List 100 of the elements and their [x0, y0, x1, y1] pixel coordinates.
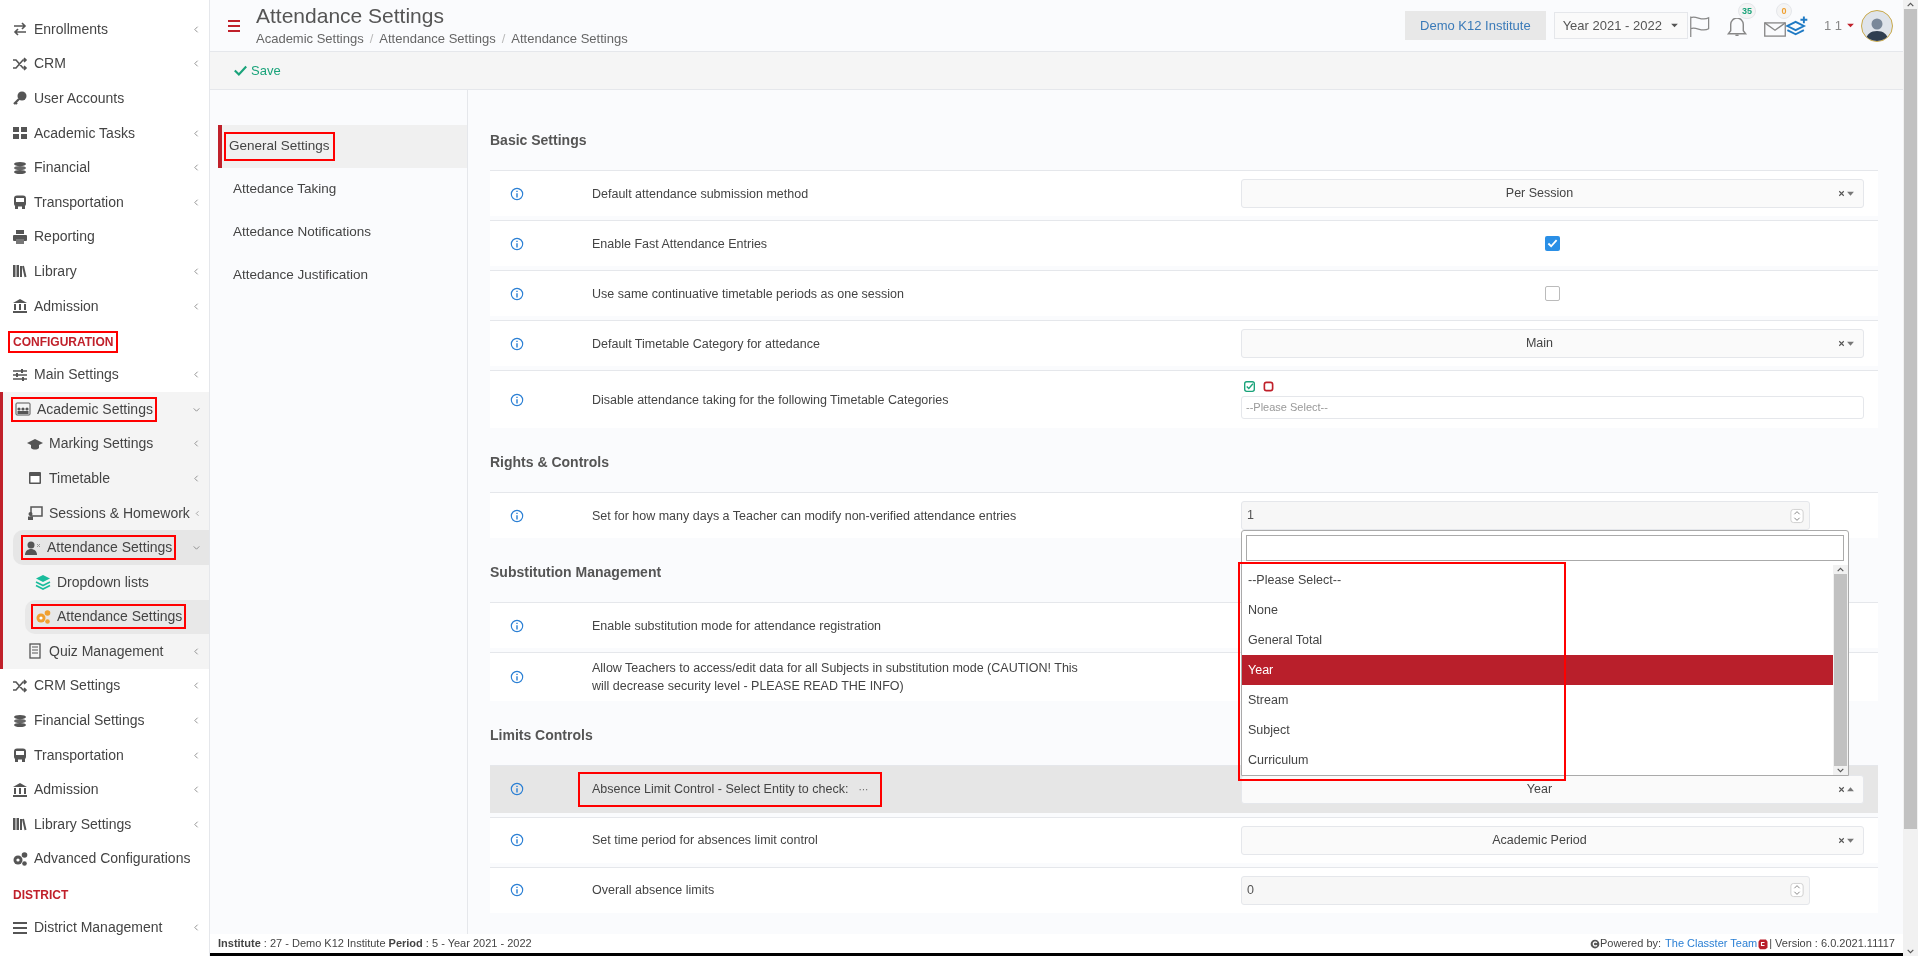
- sidebar-item[interactable]: Quiz Management: [3, 634, 209, 669]
- dropdown-option[interactable]: Curriculum: [1242, 744, 1833, 775]
- year-select[interactable]: Year 2021 - 2022: [1553, 12, 1688, 39]
- info-icon[interactable]: [510, 508, 524, 523]
- sidebar-item[interactable]: Reporting: [0, 219, 209, 255]
- info-icon[interactable]: [510, 670, 524, 684]
- chevron-down-icon: [192, 543, 201, 553]
- sidebar-item[interactable]: Transportation: [0, 737, 209, 773]
- breadcrumb-separator: /: [501, 29, 506, 48]
- info-icon[interactable]: [510, 286, 524, 301]
- tab[interactable]: General Settings: [218, 125, 467, 168]
- row-label: Overall absence limits: [592, 882, 715, 900]
- chevron-left-icon: [192, 439, 201, 449]
- clear-icon: [1837, 784, 1846, 794]
- coins-icon: [12, 159, 28, 176]
- sidebar-item[interactable]: District Management: [0, 910, 209, 945]
- multiselect-field[interactable]: --Please Select--: [1241, 395, 1864, 419]
- menu-icon[interactable]: [226, 17, 242, 34]
- info-icon[interactable]: [510, 186, 524, 201]
- caret-down-icon: [1846, 189, 1855, 198]
- row-label: Set time period for absences limit control: [592, 832, 818, 850]
- breadcrumb-link[interactable]: Attendance Settings: [379, 28, 496, 49]
- section-heading: DISTRICT: [12, 887, 70, 905]
- sidebar-item[interactable]: Dropdown lists: [3, 564, 209, 600]
- count-badge: 35: [1737, 2, 1756, 19]
- bus-icon: [12, 747, 28, 764]
- dropdown-option[interactable]: --Please Select--: [1242, 564, 1833, 595]
- sidebar-item[interactable]: Attendance Settings: [25, 599, 209, 635]
- layers-add-icon[interactable]: [1785, 14, 1808, 37]
- dropdown-option[interactable]: Year: [1242, 654, 1833, 685]
- info-icon[interactable]: [510, 392, 524, 407]
- more-button[interactable]: ···: [858, 781, 869, 797]
- dropdown-option[interactable]: Stream: [1242, 684, 1833, 715]
- checkbox[interactable]: [1545, 236, 1560, 251]
- sidebar-item[interactable]: CRM Settings: [0, 668, 209, 704]
- key-icon: [12, 90, 28, 107]
- number-field[interactable]: 0: [1241, 875, 1810, 905]
- institute-button[interactable]: Demo K12 Institute: [1405, 11, 1546, 40]
- checkbox[interactable]: [1545, 286, 1560, 301]
- sidebar-item[interactable]: Main Settings: [0, 357, 209, 392]
- clear-icon: [1837, 835, 1846, 845]
- chevron-left-icon: [192, 681, 201, 691]
- sidebar-item[interactable]: Sessions & Homework: [3, 495, 209, 531]
- shuffle-icon: [12, 55, 28, 72]
- sidebar-item[interactable]: Admission: [0, 772, 209, 808]
- info-icon[interactable]: [510, 782, 524, 797]
- sidebar-item[interactable]: User Accounts: [0, 81, 209, 116]
- dropdown-option[interactable]: Subject: [1242, 714, 1833, 745]
- sidebar-item[interactable]: Marking Settings: [3, 426, 209, 462]
- sidebar-item[interactable]: Admission: [0, 288, 209, 324]
- tab[interactable]: Attedance Notifications: [218, 211, 467, 254]
- breadcrumb-link[interactable]: Academic Settings: [256, 28, 364, 49]
- flag-icon[interactable]: [1687, 14, 1710, 37]
- sidebar-item[interactable]: Timetable: [3, 461, 209, 496]
- tab[interactable]: Attedance Justification: [218, 254, 467, 297]
- sidebar-item[interactable]: Library: [0, 254, 209, 289]
- mail-icon[interactable]: [1763, 21, 1786, 37]
- info-icon[interactable]: [510, 833, 524, 848]
- sidebar-item[interactable]: Enrollments: [0, 12, 209, 47]
- uncheck-all-icon[interactable]: [1263, 380, 1274, 392]
- dropdown-option[interactable]: General Total: [1242, 624, 1833, 655]
- gears-icon: [35, 608, 51, 625]
- row-label: Enable Fast Attendance Entries: [592, 235, 768, 253]
- sidebar-item[interactable]: Financial Settings: [0, 703, 209, 738]
- info-icon[interactable]: [510, 336, 524, 351]
- scrollbar[interactable]: [1833, 564, 1848, 775]
- sidebar-item[interactable]: Advanced Configurations: [0, 841, 209, 877]
- number-field[interactable]: 1: [1241, 501, 1810, 530]
- chevron-left-icon: [193, 508, 201, 518]
- scrollbar[interactable]: [1903, 0, 1918, 956]
- section-heading: Rights & Controls: [490, 452, 609, 472]
- sidebar-item[interactable]: Attendance Settings: [13, 530, 209, 565]
- layers-icon: [35, 574, 51, 591]
- bus-icon: [12, 194, 28, 211]
- sidebar-item[interactable]: Academic Tasks: [0, 115, 209, 151]
- sidebar-item[interactable]: Financial: [0, 150, 209, 185]
- tab[interactable]: Attedance Taking: [218, 168, 467, 211]
- chevron-left-icon: [192, 197, 201, 207]
- select-field[interactable]: Academic Period: [1241, 825, 1864, 855]
- sidebar-item[interactable]: Transportation: [0, 184, 209, 220]
- chevron-left-icon: [192, 646, 201, 656]
- sidebar-item[interactable]: CRM: [0, 46, 209, 82]
- search-field[interactable]: [1246, 534, 1844, 561]
- menu-icon: [12, 919, 28, 936]
- select-field[interactable]: Per Session: [1241, 179, 1864, 208]
- bell-icon[interactable]: [1725, 17, 1748, 37]
- dropdown-option[interactable]: None: [1242, 594, 1833, 625]
- info-icon[interactable]: [510, 236, 524, 251]
- calendar-icon: [27, 470, 43, 487]
- people-icon: [15, 401, 31, 418]
- sidebar-item[interactable]: Library Settings: [0, 807, 209, 842]
- info-icon[interactable]: [510, 618, 524, 633]
- avatar[interactable]: [1861, 9, 1893, 42]
- select-field[interactable]: Main: [1241, 329, 1864, 358]
- info-icon[interactable]: [510, 883, 524, 898]
- breadcrumb-link[interactable]: Attendance Settings: [511, 28, 628, 49]
- printer-icon: [12, 228, 28, 245]
- check-all-icon[interactable]: [1244, 380, 1255, 392]
- team-link[interactable]: The Classter Team: [1665, 935, 1758, 952]
- bank-icon: [12, 298, 28, 315]
